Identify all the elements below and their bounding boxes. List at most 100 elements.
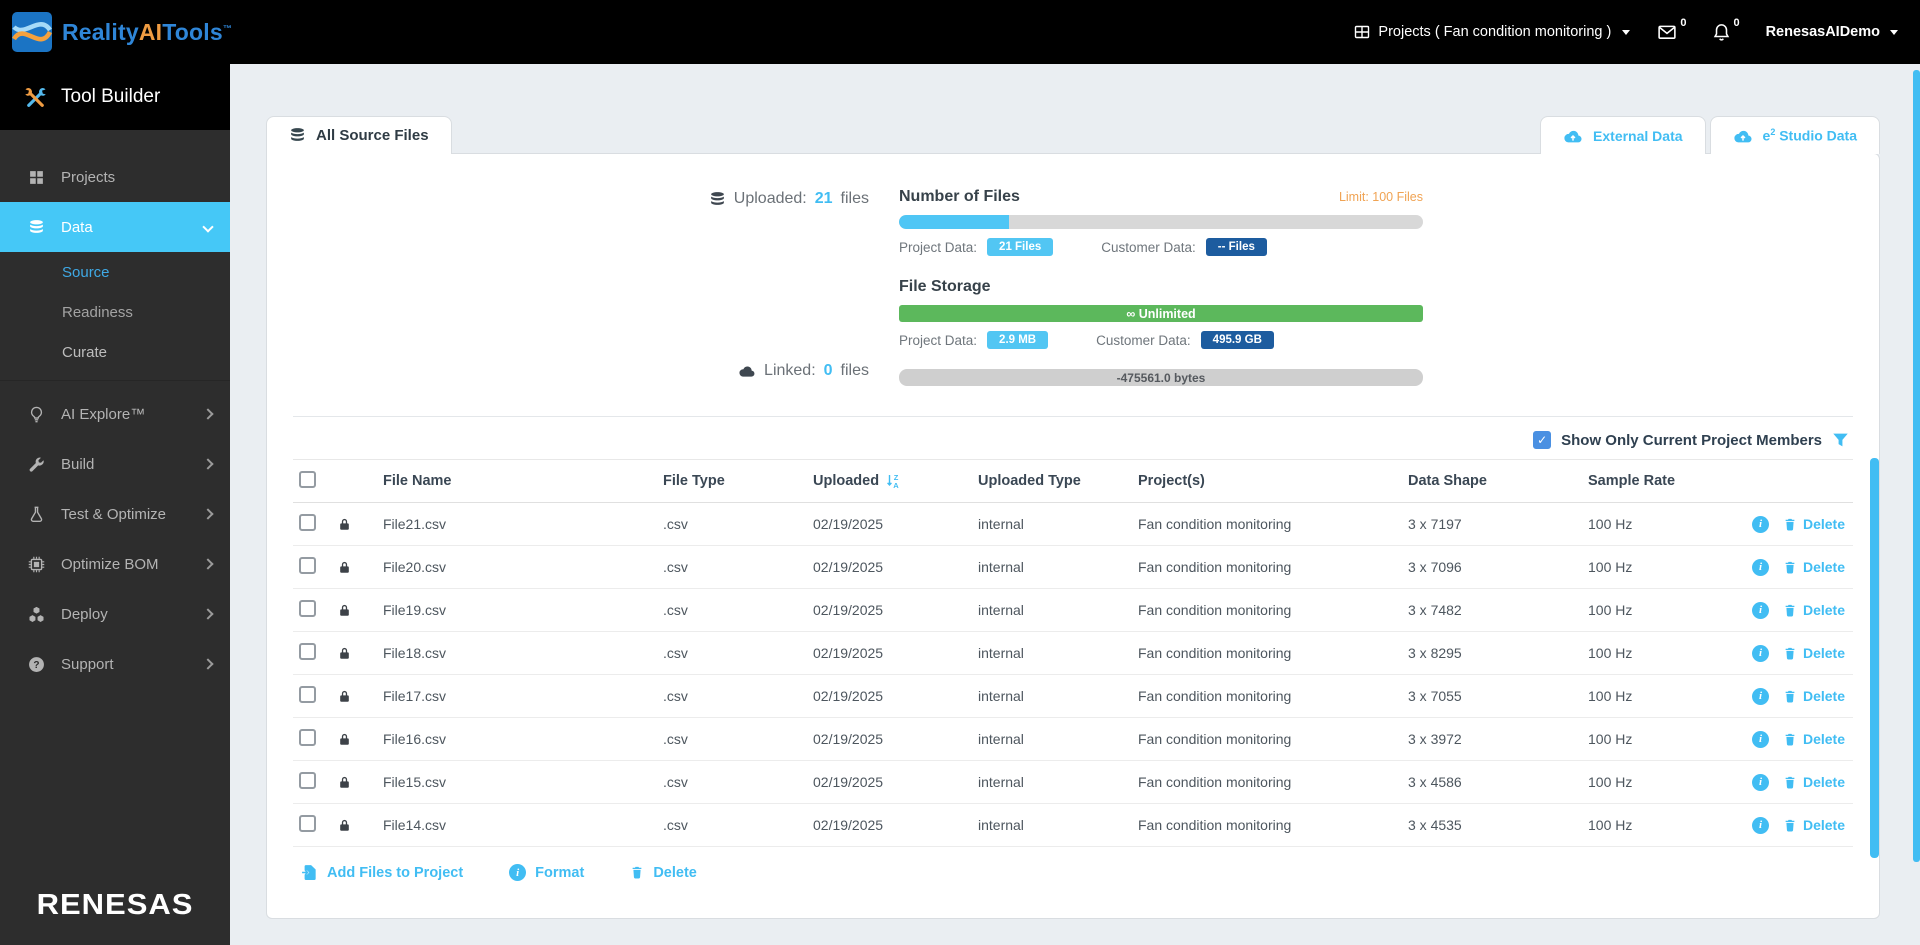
tab-label: All Source Files [316, 127, 429, 144]
tab-all-source-files[interactable]: All Source Files [266, 116, 452, 154]
delete-button[interactable]: Delete [1783, 774, 1845, 790]
chevron-right-icon [202, 408, 214, 420]
page-scrollbar[interactable] [1913, 70, 1920, 862]
file-name[interactable]: File15.csv [383, 774, 663, 790]
external-data-button[interactable]: External Data [1540, 116, 1706, 154]
uploaded-date: 02/19/2025 [813, 731, 884, 747]
header-uploaded-type[interactable]: Uploaded Type [978, 473, 1138, 489]
delete-button[interactable]: Delete [1783, 645, 1845, 661]
row-checkbox[interactable] [299, 557, 316, 574]
sidebar-item-label: Optimize BOM [61, 555, 159, 573]
sidebar-item-readiness[interactable]: Readiness [0, 292, 230, 332]
sidebar-item-support[interactable]: ? Support [0, 639, 230, 689]
table-row: File21.csv .csv 02/19/2025 internal Fan … [293, 503, 1853, 546]
sidebar-item-deploy[interactable]: Deploy [0, 589, 230, 639]
info-icon[interactable]: i [1751, 816, 1769, 834]
bulk-delete-button[interactable]: Delete [630, 865, 697, 881]
trash-icon [1785, 561, 1795, 573]
header-file-type[interactable]: File Type [663, 473, 813, 489]
row-checkbox[interactable] [299, 600, 316, 617]
sample-rate: 100 Hz [1588, 817, 1633, 833]
delete-button[interactable]: Delete [1783, 731, 1845, 747]
row-checkbox[interactable] [299, 514, 316, 531]
file-name[interactable]: File16.csv [383, 731, 663, 747]
info-icon[interactable]: i [1751, 601, 1769, 619]
source-files-card: Uploaded: 21 files Linked: 0 files Numbe… [266, 153, 1880, 919]
select-all-checkbox[interactable] [299, 470, 316, 488]
data-shape: 3 x 8295 [1408, 645, 1462, 661]
studio-data-label: e2 Studio Data [1762, 127, 1857, 144]
uploaded-date: 02/19/2025 [813, 645, 884, 661]
linked-stat: Linked: 0 files [738, 362, 869, 380]
trash-icon [1785, 733, 1795, 745]
studio-data-button[interactable]: e2 Studio Data [1709, 116, 1880, 154]
sidebar-item-build[interactable]: Build [0, 439, 230, 489]
sidebar-item-optimize-bom[interactable]: Optimize BOM [0, 539, 230, 589]
row-checkbox[interactable] [299, 643, 316, 660]
cloud-icon [739, 366, 755, 377]
sidebar-item-source[interactable]: Source [0, 252, 230, 292]
file-projects: Fan condition monitoring [1138, 602, 1292, 618]
chevron-right-icon [202, 608, 214, 620]
info-icon[interactable]: i [1751, 558, 1769, 576]
sidebar-item-label: Data [61, 218, 93, 236]
messages-count-badge: 0 [1680, 17, 1687, 29]
format-button[interactable]: i Format [509, 864, 584, 881]
files-limit-label: Limit: 100 Files [1338, 190, 1423, 204]
sidebar-item-test-optimize[interactable]: Test & Optimize [0, 489, 230, 539]
row-checkbox[interactable] [299, 772, 316, 789]
add-files-to-project-button[interactable]: Add Files to Project [301, 864, 463, 881]
header-data-shape[interactable]: Data Shape [1408, 473, 1588, 489]
info-icon[interactable]: i [1751, 730, 1769, 748]
header-uploaded[interactable]: Uploaded Z A [813, 473, 978, 489]
storage-badges-row: Project Data: 2.9 MB Customer Data: 495.… [899, 331, 1423, 349]
tool-builder-header[interactable]: Tool Builder [0, 64, 230, 130]
header-projects[interactable]: Project(s) [1138, 473, 1408, 489]
delete-button[interactable]: Delete [1783, 559, 1845, 575]
sidebar-item-ai-explore[interactable]: AI Explore™ [0, 389, 230, 439]
sidebar-item-label: Deploy [61, 605, 108, 623]
row-checkbox[interactable] [299, 729, 316, 746]
sidebar-item-curate[interactable]: Curate [0, 332, 230, 372]
sidebar-item-data[interactable]: Data [0, 202, 230, 252]
delete-button[interactable]: Delete [1783, 602, 1845, 618]
filter-funnel-icon[interactable] [1832, 432, 1849, 448]
delete-button[interactable]: Delete [1783, 817, 1845, 833]
lock-icon [340, 647, 349, 659]
header-sample-rate[interactable]: Sample Rate [1588, 473, 1738, 489]
user-menu[interactable]: RenesasAIDemo [1766, 24, 1898, 40]
row-checkbox[interactable] [299, 686, 316, 703]
file-name[interactable]: File18.csv [383, 645, 663, 661]
sidebar-item-projects[interactable]: Projects [0, 152, 230, 202]
filter-label: Show Only Current Project Members [1561, 431, 1822, 449]
project-storage-badge: 2.9 MB [987, 331, 1049, 349]
file-name[interactable]: File21.csv [383, 516, 663, 532]
projects-menu[interactable]: Projects ( Fan condition monitoring ) [1354, 24, 1631, 40]
info-icon[interactable]: i [1751, 687, 1769, 705]
customer-files-badge: -- Files [1205, 238, 1267, 256]
header-file-name[interactable]: File Name [383, 473, 663, 489]
linked-suffix: files [840, 362, 869, 379]
lock-icon [340, 776, 349, 788]
filter-checkbox[interactable]: ✓ [1533, 431, 1552, 449]
envelope-icon [1658, 25, 1676, 39]
file-name[interactable]: File19.csv [383, 602, 663, 618]
file-name[interactable]: File14.csv [383, 817, 663, 833]
topbar-right: Projects ( Fan condition monitoring ) 0 … [1354, 17, 1898, 42]
trash-icon [1785, 604, 1795, 616]
delete-button[interactable]: Delete [1783, 516, 1845, 532]
file-projects: Fan condition monitoring [1138, 774, 1292, 790]
uploaded-count: 21 [814, 190, 833, 207]
sample-rate: 100 Hz [1588, 559, 1633, 575]
file-name[interactable]: File20.csv [383, 559, 663, 575]
delete-button[interactable]: Delete [1783, 688, 1845, 704]
info-icon[interactable]: i [1751, 644, 1769, 662]
table-scrollbar[interactable] [1870, 458, 1879, 858]
notifications-button[interactable]: 0 [1712, 17, 1740, 42]
messages-button[interactable]: 0 [1656, 17, 1686, 41]
info-icon[interactable]: i [1751, 773, 1769, 791]
file-name[interactable]: File17.csv [383, 688, 663, 704]
row-checkbox[interactable] [299, 815, 316, 832]
file-projects: Fan condition monitoring [1138, 645, 1292, 661]
info-icon[interactable]: i [1751, 515, 1769, 533]
